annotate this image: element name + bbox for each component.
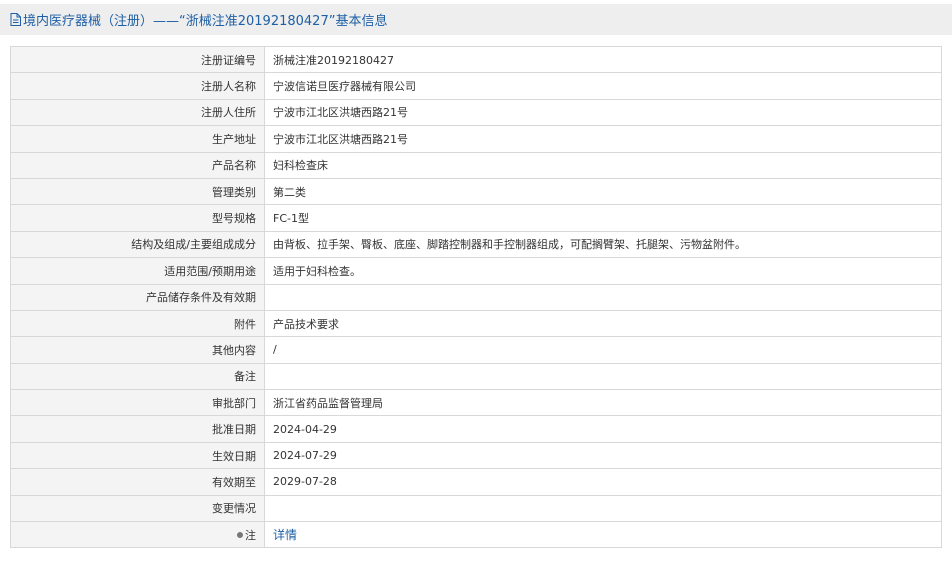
field-label: 审批部门 bbox=[10, 389, 265, 417]
field-value: 由背板、拉手架、臀板、底座、脚踏控制器和手控制器组成，可配搁臂架、托腿架、污物盆… bbox=[264, 230, 942, 259]
info-dot-icon bbox=[237, 531, 243, 538]
field-value bbox=[264, 362, 942, 391]
table-row: 产品名称 妇科检查床 bbox=[10, 151, 942, 179]
field-label: 结构及组成/主要组成成分 bbox=[10, 230, 265, 259]
field-value: 浙江省药品监督管理局 bbox=[264, 389, 942, 417]
field-label: 变更情况 bbox=[10, 494, 265, 523]
field-label: 管理类别 bbox=[10, 177, 265, 206]
table-row: 结构及组成/主要组成成分 由背板、拉手架、臀板、底座、脚踏控制器和手控制器组成，可… bbox=[10, 230, 942, 259]
field-label: 注册人名称 bbox=[10, 72, 265, 100]
page-title: 境内医疗器械（注册）——“浙械注准20192180427”基本信息 bbox=[23, 14, 388, 29]
table-row: 审批部门 浙江省药品监督管理局 bbox=[10, 389, 942, 417]
field-label: 生效日期 bbox=[10, 441, 265, 470]
page-title-bar: 境内医疗器械（注册）——“浙械注准20192180427”基本信息 bbox=[0, 4, 952, 35]
field-label: 其他内容 bbox=[10, 336, 265, 364]
table-row: 适用范围/预期用途 适用于妇科检查。 bbox=[10, 257, 942, 285]
field-label: 有效期至 bbox=[10, 468, 265, 496]
table-row: 注册人住所 宁波市江北区洪塘西路21号 bbox=[10, 98, 942, 127]
field-label: 备注 bbox=[10, 362, 265, 391]
field-value: 2024-07-29 bbox=[264, 441, 942, 470]
field-label: 注册人住所 bbox=[10, 98, 265, 127]
table-row: 型号规格 FC-1型 bbox=[10, 204, 942, 232]
table-row: 其他内容 / bbox=[10, 336, 942, 364]
table-row: 管理类别 第二类 bbox=[10, 177, 942, 206]
field-value bbox=[264, 494, 942, 523]
table-row: 注册证编号 浙械注准20192180427 bbox=[10, 45, 942, 74]
table-row-note: 注 详情 bbox=[10, 521, 942, 549]
table-row: 产品储存条件及有效期 bbox=[10, 283, 942, 311]
field-value: 宁波市江北区洪塘西路21号 bbox=[264, 125, 942, 153]
field-value: 宁波市江北区洪塘西路21号 bbox=[264, 98, 942, 127]
field-label: 型号规格 bbox=[10, 204, 265, 232]
field-value: 妇科检查床 bbox=[264, 151, 942, 179]
field-label: 生产地址 bbox=[10, 125, 265, 153]
field-label: 附件 bbox=[10, 309, 265, 338]
field-value bbox=[264, 283, 942, 311]
field-value: 2029-07-28 bbox=[264, 468, 942, 496]
basic-info-table: 注册证编号 浙械注准20192180427 注册人名称 宁波信诺旦医疗器械有限公司 注册… bbox=[10, 45, 942, 549]
table-row: 生效日期 2024-07-29 bbox=[10, 441, 942, 470]
table-row: 有效期至 2029-07-28 bbox=[10, 468, 942, 496]
field-value: 第二类 bbox=[264, 177, 942, 206]
field-label: 产品名称 bbox=[10, 151, 265, 179]
field-value: 适用于妇科检查。 bbox=[264, 257, 942, 285]
table-row: 批准日期 2024-04-29 bbox=[10, 415, 942, 443]
field-label: 适用范围/预期用途 bbox=[10, 257, 265, 285]
field-label: 注册证编号 bbox=[10, 45, 265, 74]
note-label-cell: 注 bbox=[10, 521, 265, 549]
note-value-cell: 详情 bbox=[264, 521, 942, 549]
field-value: FC-1型 bbox=[264, 204, 942, 232]
field-value: / bbox=[264, 336, 942, 364]
table-row: 变更情况 bbox=[10, 494, 942, 523]
table-row: 生产地址 宁波市江北区洪塘西路21号 bbox=[10, 125, 942, 153]
field-label: 批准日期 bbox=[10, 415, 265, 443]
table-row: 注册人名称 宁波信诺旦医疗器械有限公司 bbox=[10, 72, 942, 100]
field-value: 宁波信诺旦医疗器械有限公司 bbox=[264, 72, 942, 100]
field-value: 浙械注准20192180427 bbox=[264, 45, 942, 74]
table-row: 附件 产品技术要求 bbox=[10, 309, 942, 338]
field-value: 2024-04-29 bbox=[264, 415, 942, 443]
field-label: 产品储存条件及有效期 bbox=[10, 283, 265, 311]
document-icon bbox=[10, 13, 21, 26]
table-row: 备注 bbox=[10, 362, 942, 391]
note-label: 注 bbox=[245, 528, 256, 542]
details-link[interactable]: 详情 bbox=[273, 528, 297, 542]
field-value: 产品技术要求 bbox=[264, 309, 942, 338]
